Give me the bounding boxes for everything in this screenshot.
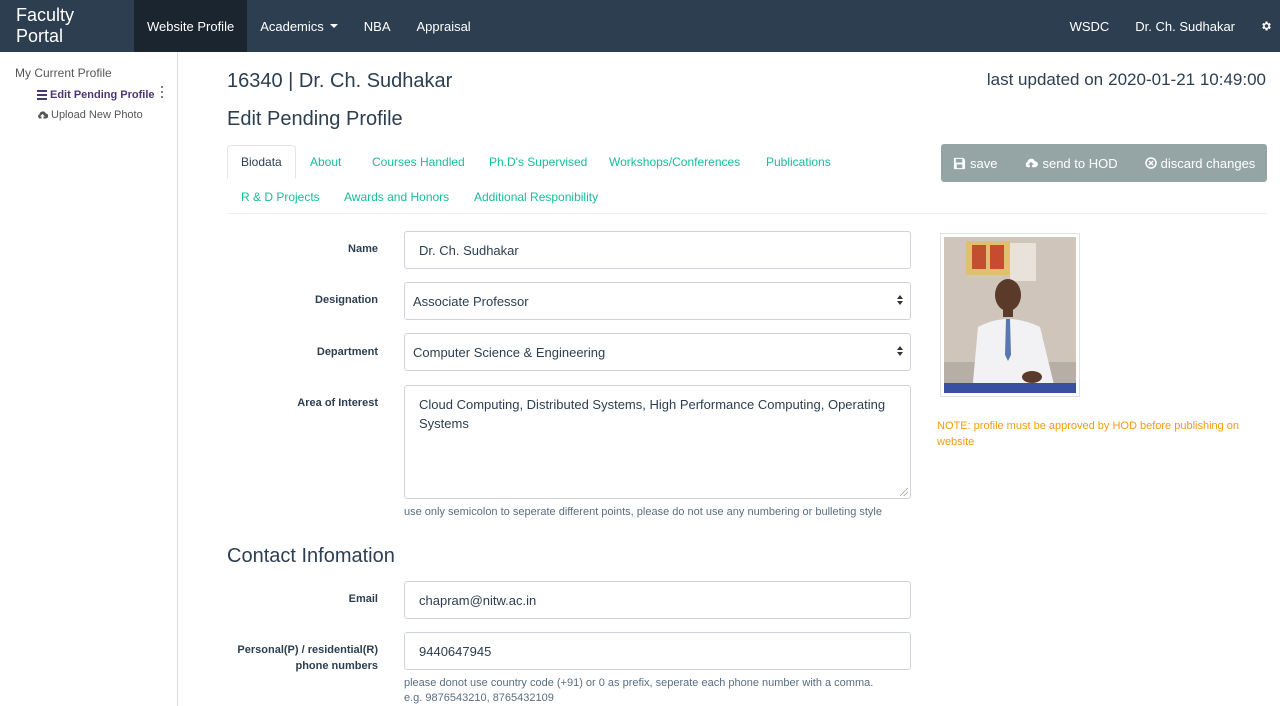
phone-help-line-1: please donot use country code (+91) or 0…	[404, 677, 874, 689]
department-label: Department	[316, 346, 378, 358]
sidebar: My Current Profile Edit Pending Profile …	[0, 52, 178, 706]
name-input[interactable]: Dr. Ch. Sudhakar	[404, 231, 911, 269]
approval-note: NOTE: profile must be approved by HOD be…	[937, 420, 1240, 448]
phone-help-line-2: e.g. 9876543210, 8765432109	[404, 692, 554, 704]
phone-label-line-1: Personal(P) / residential(R)	[237, 644, 378, 656]
cloud-upload-icon	[38, 111, 48, 119]
department-value: Computer Science & Engineering	[413, 344, 606, 360]
phone-label-line-2: phone numbers	[295, 660, 378, 672]
tab-biodata[interactable]: Biodata	[227, 145, 296, 179]
tab-label: Ph.D's Supervised	[489, 155, 588, 169]
send-label: send to HOD	[1042, 155, 1118, 171]
select-arrows-icon	[897, 346, 904, 356]
action-bar: save send to HOD discard changes	[941, 144, 1267, 182]
tab-label: Publications	[766, 155, 831, 169]
tab-label: Awards and Honors	[344, 190, 450, 204]
nav-label: Website Profile	[147, 18, 235, 34]
sidebar-item-upload-photo[interactable]: Upload New Photo	[37, 109, 143, 121]
gear-icon[interactable]	[1248, 0, 1280, 52]
area-of-interest-textarea[interactable]: Cloud Computing, Distributed Systems, Hi…	[404, 385, 911, 499]
last-updated-value: 2020-01-21 10:49:00	[1108, 70, 1266, 89]
nav-label: WSDC	[1069, 18, 1110, 34]
sidebar-item-label: Edit Pending Profile	[50, 89, 155, 101]
nav-academics[interactable]: Academics	[247, 0, 351, 52]
nav-nba[interactable]: NBA	[351, 0, 404, 52]
tab-label: Additional Responibility	[474, 190, 599, 204]
brand[interactable]: Faculty Portal	[0, 0, 134, 52]
sidebar-item-edit-pending-profile[interactable]: Edit Pending Profile	[37, 89, 155, 101]
area-of-interest-value: Cloud Computing, Distributed Systems, Hi…	[419, 397, 886, 431]
resize-handle-icon[interactable]	[900, 488, 908, 496]
tab-awards[interactable]: Awards and Honors	[344, 190, 449, 204]
nav-label: Dr. Ch. Sudhakar	[1135, 18, 1235, 34]
tab-label: Courses Handled	[372, 155, 465, 169]
nav-user[interactable]: Dr. Ch. Sudhakar	[1122, 0, 1248, 52]
tab-workshops[interactable]: Workshops/Conferences	[609, 155, 740, 169]
tab-label: Biodata	[241, 155, 282, 169]
tab-rd-projects[interactable]: R & D Projects	[241, 190, 320, 204]
top-navbar: Faculty Portal Website Profile Academics…	[0, 0, 1280, 52]
tab-courses-handled[interactable]: Courses Handled	[372, 155, 465, 169]
designation-label: Designation	[315, 294, 378, 306]
floppy-disk-icon	[953, 157, 966, 169]
designation-select[interactable]: Associate Professor	[404, 282, 911, 320]
section-title-contact: Contact Infomation	[227, 545, 395, 567]
discard-label: discard changes	[1160, 155, 1256, 171]
nav-website-profile[interactable]: Website Profile	[134, 0, 248, 52]
chevron-down-icon	[329, 24, 338, 28]
tab-about[interactable]: About	[310, 155, 341, 169]
designation-value: Associate Professor	[413, 293, 529, 309]
tab-publications[interactable]: Publications	[766, 155, 831, 169]
nav-appraisal[interactable]: Appraisal	[404, 0, 484, 52]
save-label: save	[970, 155, 998, 171]
save-button[interactable]: save	[953, 156, 997, 171]
name-value: Dr. Ch. Sudhakar	[419, 242, 519, 258]
area-of-interest-help: use only semicolon to seperate different…	[404, 506, 882, 518]
send-to-hod-button[interactable]: send to HOD	[1024, 155, 1118, 171]
cloud-upload-icon	[1026, 158, 1039, 168]
phone-input[interactable]: 9440647945	[404, 632, 911, 670]
department-select[interactable]: Computer Science & Engineering	[404, 333, 911, 371]
email-label: Email	[348, 593, 378, 605]
email-value: chapram@nitw.ac.in	[419, 592, 537, 608]
section-title-edit-pending: Edit Pending Profile	[227, 108, 403, 130]
page-title: 16340 | Dr. Ch. Sudhakar	[227, 70, 453, 92]
email-input[interactable]: chapram@nitw.ac.in	[404, 581, 911, 619]
discard-changes-button[interactable]: discard changes	[1144, 155, 1256, 171]
kebab-icon[interactable]	[160, 86, 164, 101]
tab-label: Workshops/Conferences	[609, 155, 741, 169]
tab-divider	[227, 213, 1267, 214]
last-updated-label: last updated on	[986, 70, 1104, 89]
phone-label: Personal(P) / residential(R) phone numbe…	[193, 642, 378, 674]
nav-label: NBA	[363, 18, 391, 34]
sidebar-item-label: Upload New Photo	[51, 109, 143, 121]
select-arrows-icon	[897, 295, 904, 305]
area-of-interest-label: Area of Interest	[297, 397, 378, 409]
tab-label: R & D Projects	[241, 190, 320, 204]
list-icon	[37, 90, 47, 100]
tab-label: About	[310, 155, 342, 169]
profile-photo-image	[944, 237, 1076, 393]
nav-label: Academics	[260, 18, 324, 34]
profile-photo	[940, 233, 1080, 397]
nav-label: Appraisal	[416, 18, 471, 34]
nav-wsdc[interactable]: WSDC	[1057, 0, 1123, 52]
circle-x-icon	[1144, 157, 1157, 169]
tab-additional-responsibility[interactable]: Additional Responibility	[474, 190, 598, 204]
main-content: 16340 | Dr. Ch. Sudhakar last updated on…	[178, 52, 1280, 706]
phone-help: please donot use country code (+91) or 0…	[404, 676, 873, 706]
name-label: Name	[348, 243, 378, 255]
tab-phd-supervised[interactable]: Ph.D's Supervised	[489, 155, 587, 169]
sidebar-title: My Current Profile	[15, 66, 112, 80]
phone-value: 9440647945	[419, 643, 492, 659]
last-updated: last updated on 2020-01-21 10:49:00	[987, 70, 1266, 90]
